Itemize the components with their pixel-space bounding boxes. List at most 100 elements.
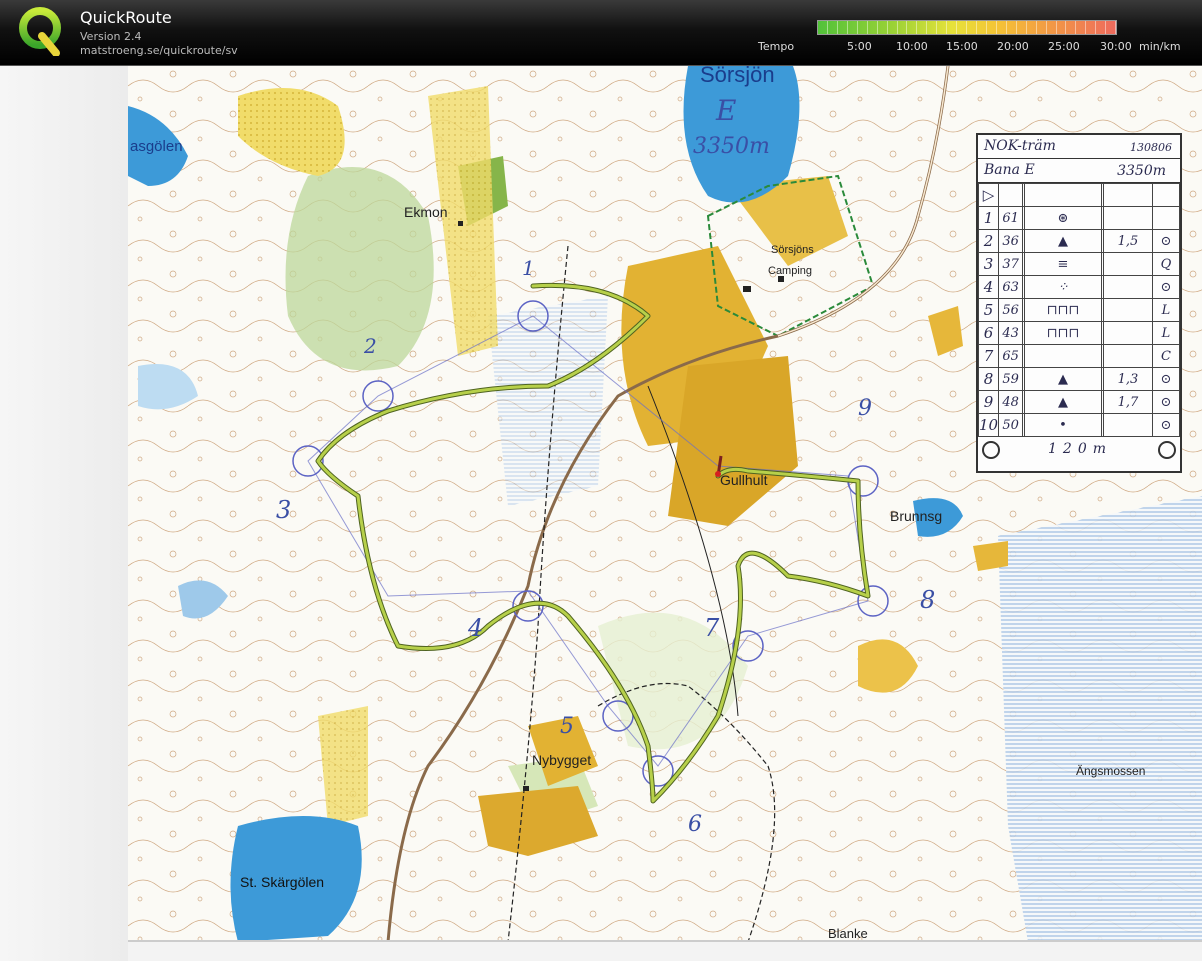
control-number: 9 (858, 396, 872, 421)
vegetation-area (285, 167, 434, 371)
control-code: 43 (998, 321, 1024, 345)
control-num: 4 (977, 275, 1000, 299)
control-detail: 1,7 (1102, 390, 1153, 414)
control-location-icon: L (1151, 298, 1181, 322)
marsh-area (998, 496, 1202, 942)
course-length: 3350m (693, 134, 770, 159)
control-num: 6 (977, 321, 1000, 345)
control-location-icon: ⊙ (1151, 390, 1181, 414)
control-detail (1102, 413, 1153, 437)
control-detail (1102, 275, 1153, 299)
control-detail (1102, 321, 1153, 345)
control-row: 4 63 ⁘ ⊙ (977, 275, 1181, 299)
tempo-tick: 25:00 (1048, 40, 1080, 53)
lake-name: Sörsjön (700, 66, 775, 87)
app-header: QuickRoute Version 2.4 matstroeng.se/qui… (0, 0, 1202, 66)
place-name: Sörsjöns (771, 244, 814, 256)
control-code: 48 (998, 390, 1024, 414)
start-row: ▷ (977, 183, 1181, 207)
tempo-tick: 10:00 (896, 40, 928, 53)
tempo-tick: 5:00 (847, 40, 872, 53)
control-row: 7 65 C (977, 344, 1181, 368)
control-code: 59 (998, 367, 1024, 391)
control-row: 5 56 ⊓⊓⊓ L (977, 298, 1181, 322)
place-name: Nybygget (532, 752, 592, 768)
app-version: Version 2.4 (80, 30, 142, 43)
control-num: 7 (977, 344, 1000, 368)
control-detail (1102, 206, 1153, 230)
control-location-icon: C (1151, 344, 1181, 368)
control-detail (1102, 298, 1153, 322)
control-table: ▷ 1 61 ⊛ 2 36 ▲ 1,5 ⊙ 3 37 ≡ Q 4 63 ⁘ ⊙ … (977, 183, 1181, 437)
control-num: 1 (977, 206, 1000, 230)
description-header: NOK-träm 130806 (978, 135, 1180, 159)
place-name: Camping (768, 265, 813, 277)
control-symbol-icon: ⊓⊓⊓ (1024, 298, 1102, 322)
control-detail (1102, 252, 1153, 276)
control-number: 7 (704, 614, 720, 642)
control-symbol-icon: ▲ (1024, 367, 1102, 391)
control-row: 10 50 • ⊙ (977, 413, 1181, 437)
course-length-value: 3350m (1117, 163, 1166, 179)
tempo-scale-ticks: 5:00 10:00 15:00 20:00 25:00 30:00 min/k… (817, 40, 1181, 54)
control-row: 6 43 ⊓⊓⊓ L (977, 321, 1181, 345)
control-detail (1102, 344, 1153, 368)
control-code: 50 (998, 413, 1024, 437)
control-symbol-icon: ▲ (1024, 229, 1102, 253)
control-row: 8 59 ▲ 1,3 ⊙ (977, 367, 1181, 391)
event-date: 130806 (1130, 141, 1172, 154)
start-triangle-icon: ▷ (977, 183, 1000, 207)
control-num: 9 (977, 390, 1000, 414)
control-code: 61 (998, 206, 1024, 230)
place-name: Ekmon (404, 204, 448, 220)
control-location-icon: ⊙ (1151, 367, 1181, 391)
course-letter: E (716, 94, 737, 127)
control-num: 8 (977, 367, 1000, 391)
control-location-icon (1151, 206, 1181, 230)
tempo-color-scale (817, 20, 1117, 35)
control-code: 37 (998, 252, 1024, 276)
app-url[interactable]: matstroeng.se/quickroute/sv (80, 44, 238, 57)
control-symbol-icon (1024, 344, 1102, 368)
tempo-unit: min/km (1139, 40, 1181, 53)
control-number: 6 (688, 812, 702, 837)
control-code: 63 (998, 275, 1024, 299)
control-symbol-icon: ≡ (1024, 252, 1102, 276)
description-course-row: Bana E 3350m (978, 159, 1180, 183)
place-name: Gullhult (720, 472, 768, 488)
paper-bottom-margin (128, 942, 1202, 961)
control-description-sheet: NOK-träm 130806 Bana E 3350m ▷ 1 61 ⊛ 2 … (976, 133, 1182, 473)
app-name: QuickRoute (80, 8, 172, 27)
control-num: 3 (977, 252, 1000, 276)
control-number: 4 (468, 614, 484, 642)
lake-name: St. Skärgölen (240, 874, 325, 890)
control-row: 3 37 ≡ Q (977, 252, 1181, 276)
control-number: 2 (364, 334, 377, 358)
control-num: 10 (977, 413, 1000, 437)
finish-circle-icon (982, 441, 1000, 459)
place-name: Brunnsg (890, 508, 943, 524)
lake-name: asgölen (130, 138, 183, 155)
tempo-tick: 30:00 (1100, 40, 1132, 53)
control-code: 56 (998, 298, 1024, 322)
control-location-icon: ⊙ (1151, 413, 1181, 437)
control-location-icon: ⊙ (1151, 275, 1181, 299)
control-num: 2 (977, 229, 1000, 253)
control-row: 1 61 ⊛ (977, 206, 1181, 230)
finish-distance: 120m (1048, 441, 1112, 457)
control-row: 9 48 ▲ 1,7 ⊙ (977, 390, 1181, 414)
marsh-area (488, 296, 608, 506)
control-code: 65 (998, 344, 1024, 368)
finish-circle-icon (1158, 441, 1176, 459)
control-symbol-icon: • (1024, 413, 1102, 437)
control-detail: 1,3 (1102, 367, 1153, 391)
map-margin (0, 66, 128, 961)
control-number: 1 (522, 256, 535, 280)
control-num: 5 (977, 298, 1000, 322)
control-location-icon: ⊙ (1151, 229, 1181, 253)
control-location-icon: Q (1151, 252, 1181, 276)
control-number: 8 (920, 586, 936, 614)
quickroute-logo-icon (19, 7, 61, 56)
course-name: Bana E (984, 162, 1035, 178)
control-row: 2 36 ▲ 1,5 ⊙ (977, 229, 1181, 253)
